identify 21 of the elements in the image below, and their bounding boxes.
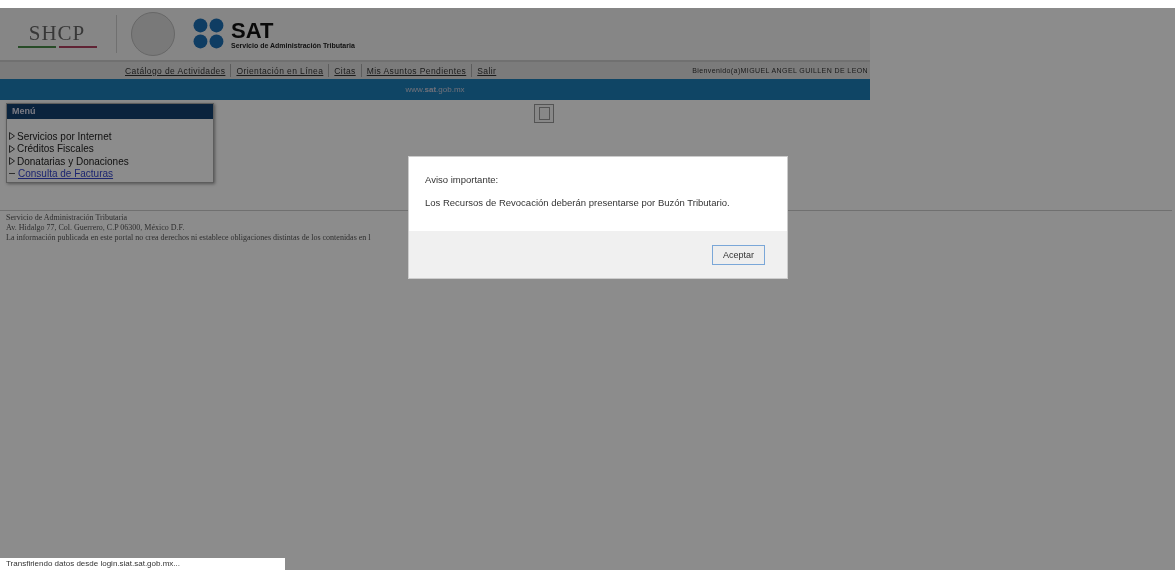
seal-icon: [131, 12, 175, 56]
footer-text: La información publicada en este portal no crea derechos ni establece obligaciones distintas de los contenidas en l: [6, 233, 372, 243]
nav-link[interactable]: Catálogo de Actividades: [125, 65, 226, 76]
dialog-title: Aviso importante:: [425, 174, 500, 185]
menu-item[interactable]: Servicios por Internet: [17, 130, 112, 142]
nav-link[interactable]: Salir: [477, 65, 497, 76]
footer-text: Servicio de Administración Tributaria: [6, 213, 129, 223]
menu-link[interactable]: Consulta de Facturas: [18, 168, 114, 180]
line-icon: [9, 173, 15, 175]
nav-link[interactable]: Citas: [334, 65, 356, 76]
dialog-message: Los Recursos de Revocación deberán presentarse por Buzón Tributario.: [425, 197, 731, 208]
shcp-logo: SHCP: [12, 20, 102, 48]
nav-link[interactable]: Mis Asuntos Pendientes: [366, 65, 467, 76]
nav-link[interactable]: Orientación en Línea: [236, 65, 324, 76]
menu-title: Menú: [7, 104, 213, 119]
menu-item[interactable]: Donatarias y Donaciones: [17, 155, 129, 167]
site-url: www.sat.gob.mx: [405, 85, 465, 94]
accept-button[interactable]: Aceptar: [711, 244, 765, 265]
menu-item[interactable]: Créditos Fiscales: [17, 143, 94, 155]
status-bar: Transfiriendo datos desde login.siat.sat.gob.mx...: [0, 558, 285, 570]
footer-text: Av. Hidalgo 77, Col. Guerrero, C.P 06300, México D.F.: [6, 223, 186, 233]
